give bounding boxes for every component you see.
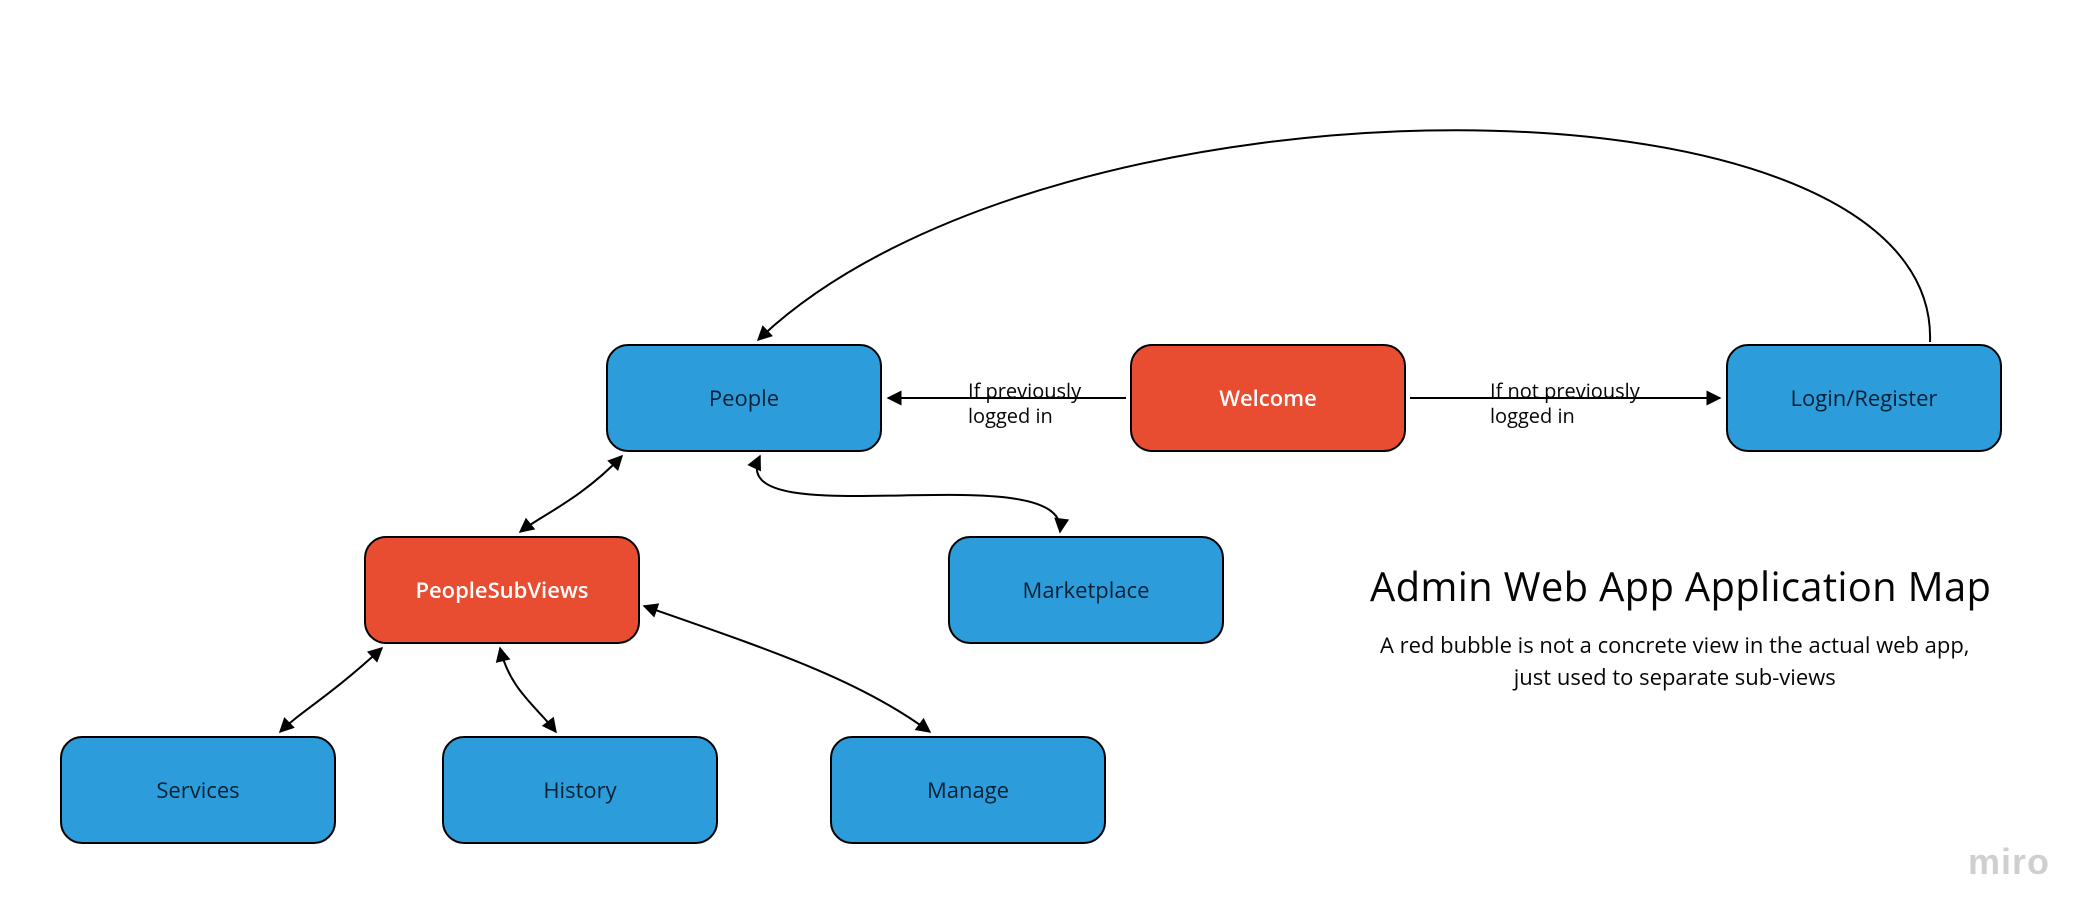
edge-people-marketplace	[757, 456, 1060, 532]
node-label: Marketplace	[1023, 575, 1150, 605]
node-label: Manage	[927, 775, 1009, 805]
edge-psv-history	[500, 648, 556, 732]
diagram-title: Admin Web App Application Map	[1370, 558, 1991, 613]
node-services[interactable]: Services	[60, 736, 336, 844]
diagram-subtitle: A red bubble is not a concrete view in t…	[1380, 630, 1970, 694]
node-history[interactable]: History	[442, 736, 718, 844]
edge-psv-services	[280, 648, 382, 732]
node-label: People	[709, 383, 779, 413]
node-label: History	[543, 775, 616, 805]
node-people[interactable]: People	[606, 344, 882, 452]
node-marketplace[interactable]: Marketplace	[948, 536, 1224, 644]
node-welcome[interactable]: Welcome	[1130, 344, 1406, 452]
node-manage[interactable]: Manage	[830, 736, 1106, 844]
diagram-canvas[interactable]: People Welcome Login/Register PeopleSubV…	[0, 0, 2086, 905]
edge-login-to-people	[758, 130, 1930, 342]
edge-label-not-prev-logged-in: If not previously logged in	[1490, 378, 1640, 428]
node-label: Login/Register	[1791, 383, 1938, 413]
edge-people-peoplesubviews	[520, 456, 622, 532]
edge-psv-manage	[644, 606, 930, 732]
node-login-register[interactable]: Login/Register	[1726, 344, 2002, 452]
node-label: PeopleSubViews	[415, 575, 588, 605]
node-label: Welcome	[1219, 383, 1317, 413]
edge-label-prev-logged-in: If previously logged in	[968, 378, 1081, 428]
node-peoplesubviews[interactable]: PeopleSubViews	[364, 536, 640, 644]
miro-logo: miro	[1968, 841, 2050, 883]
node-label: Services	[156, 775, 239, 805]
